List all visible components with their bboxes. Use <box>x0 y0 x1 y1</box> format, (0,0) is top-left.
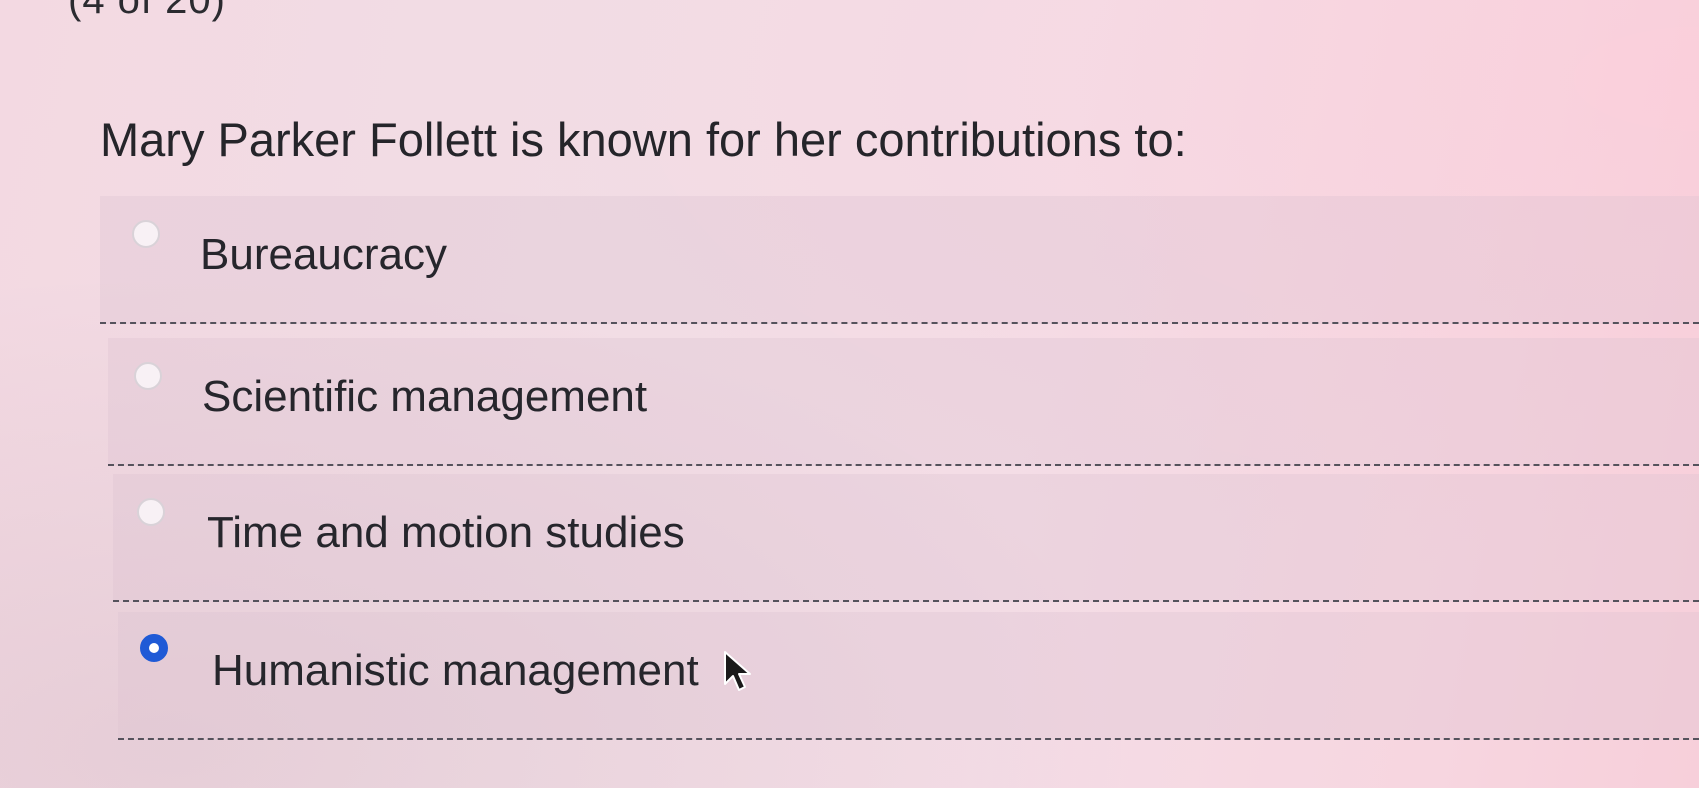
mouse-pointer-icon <box>724 651 751 691</box>
radio-unselected-icon[interactable] <box>132 220 160 248</box>
radio-unselected-icon[interactable] <box>134 362 162 390</box>
option-time-and-motion-studies[interactable]: Time and motion studies <box>113 474 1699 602</box>
radio-unselected-icon[interactable] <box>137 498 165 526</box>
option-label: Scientific management <box>202 372 648 421</box>
option-label: Bureaucracy <box>200 230 448 279</box>
option-bureaucracy[interactable]: Bureaucracy <box>100 196 1699 324</box>
option-scientific-management[interactable]: Scientific management <box>108 338 1699 466</box>
radio-selected-icon[interactable] <box>140 634 168 662</box>
option-label: Humanistic management <box>212 646 699 695</box>
answer-options: Bureaucracy Scientific management Time a… <box>0 0 1699 788</box>
option-humanistic-management[interactable]: Humanistic management <box>118 612 1699 740</box>
option-label: Time and motion studies <box>207 508 685 557</box>
